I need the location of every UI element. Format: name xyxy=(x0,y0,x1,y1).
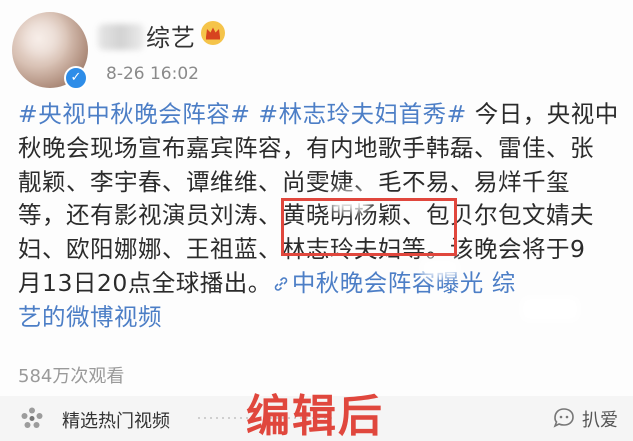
post-text-segment: 月13日20点全球播出。 xyxy=(18,268,272,297)
account-name[interactable]: 综艺 xyxy=(146,18,196,53)
post-line: 等，还有影视演员刘涛、黄晓明杨颖、包贝尔包文婧夫 xyxy=(18,199,624,233)
crown-icon xyxy=(201,21,225,45)
video-link[interactable]: 综 xyxy=(484,269,516,297)
blur-mark xyxy=(330,190,370,212)
post-text-segment: 等，还有影视演员刘涛、黄晓明杨颖、包贝尔包文婧夫 xyxy=(18,201,594,230)
post-line: 妇、欧阳娜娜、王祖蓝、林志玲夫妇等。该晚会将于9 xyxy=(18,233,624,267)
view-count: 584万次观看 xyxy=(18,366,125,387)
flower-icon xyxy=(21,407,43,428)
post-line: #央视中秋晚会阵容# #林志玲夫妇首秀# 今日，央视中 xyxy=(18,98,624,132)
brand-name: 扒爱 xyxy=(582,410,618,431)
edit-label: 编辑后 xyxy=(246,391,384,441)
post-line: 秋晚会现场宣布嘉宾阵容，有内地歌手韩磊、雷佳、张 xyxy=(18,132,624,166)
post-line: 靓颖、李宇春、谭维维、尚雯婕、毛不易、易烊千玺 xyxy=(18,166,624,200)
blur-mark xyxy=(520,296,580,322)
verified-icon: ✓ xyxy=(64,66,88,90)
hashtag-link[interactable]: #林志玲夫妇首秀# xyxy=(258,100,466,128)
blur-mark xyxy=(420,258,460,278)
hashtag-link[interactable]: #央视中秋晚会阵容# xyxy=(18,100,250,128)
post-timestamp: 8-26 16:02 xyxy=(106,64,199,84)
post-text-segment: 妇、欧阳娜娜、王祖蓝、林志玲夫妇等。该晚会将于9 xyxy=(18,235,586,264)
featured-video-link[interactable]: 精选热门视频 xyxy=(62,407,170,433)
post-text-segment: 今日，央视中 xyxy=(466,100,619,128)
blurred-name xyxy=(98,24,144,50)
post-header: ✓ 综艺 8-26 16:02 xyxy=(6,4,626,92)
video-link[interactable]: 艺的微博视频 xyxy=(18,303,162,331)
link-icon xyxy=(274,277,288,291)
weibo-post-screenshot: ✓ 综艺 8-26 16:02 #央视中秋晚会阵容# #林志玲夫妇首秀# 今日，… xyxy=(0,0,633,441)
post-text-segment: 靓颖、李宇春、谭维维、尚雯婕、毛不易、易烊千玺 xyxy=(18,167,570,196)
brand-icon xyxy=(553,408,574,428)
post-text-segment: 秋晚会现场宣布嘉宾阵容，有内地歌手韩磊、雷佳、张 xyxy=(18,133,594,162)
